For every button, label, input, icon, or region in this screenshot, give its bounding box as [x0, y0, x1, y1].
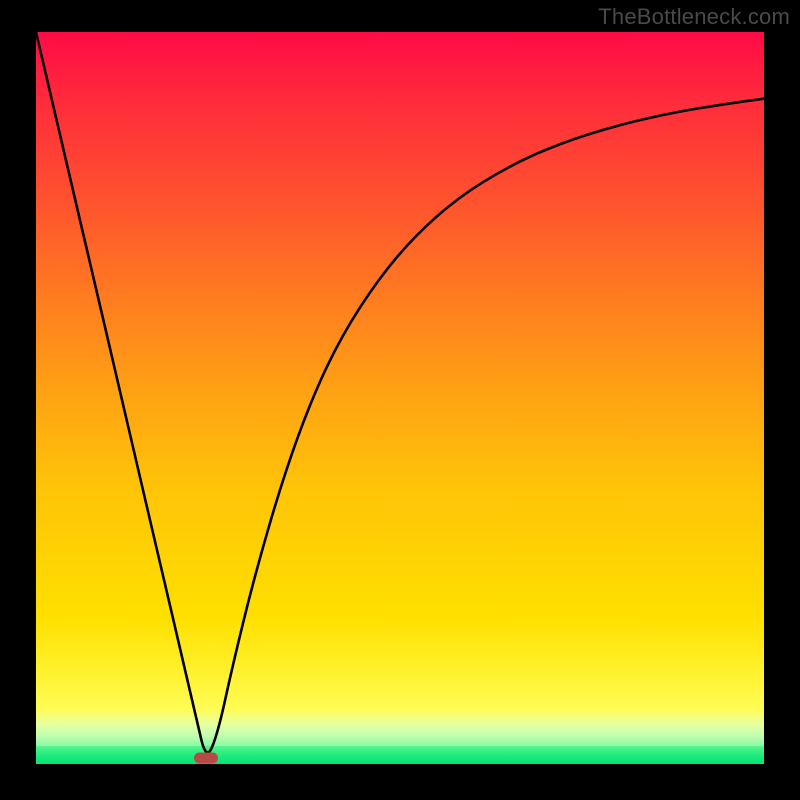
minimum-marker: [194, 753, 218, 764]
chart-frame: TheBottleneck.com: [0, 0, 800, 800]
watermark-text: TheBottleneck.com: [598, 4, 790, 30]
bottleneck-curve: [36, 32, 764, 764]
plot-area: [36, 32, 764, 764]
